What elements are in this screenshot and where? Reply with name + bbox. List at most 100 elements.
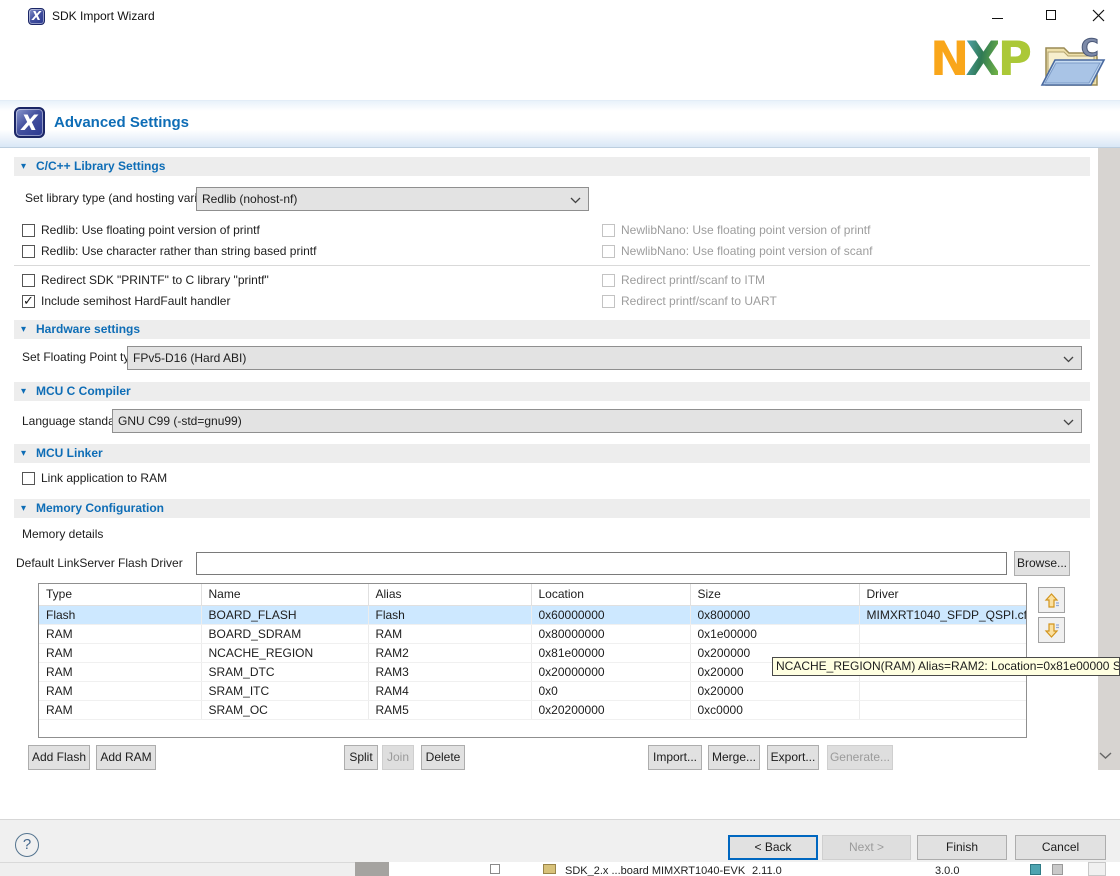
browse-button[interactable]: Browse...	[1014, 551, 1070, 576]
table-header-row: Type Name Alias Location Size Driver	[39, 584, 1026, 605]
column-header-location[interactable]: Location	[531, 584, 690, 605]
chevron-down-icon	[570, 197, 581, 204]
arrow-up-icon	[1043, 592, 1060, 609]
window-title: SDK Import Wizard	[52, 9, 155, 23]
finish-button[interactable]: Finish	[917, 835, 1007, 860]
c-project-folder-icon: C	[1038, 32, 1110, 97]
mcuxpresso-header-icon: X	[14, 107, 45, 138]
background-panel	[0, 862, 355, 876]
cell-name: BOARD_SDRAM	[201, 624, 368, 643]
background-folder-icon	[543, 864, 556, 874]
merge-button[interactable]: Merge...	[708, 745, 760, 770]
next-button: Next >	[822, 835, 911, 860]
add-flash-button[interactable]: Add Flash	[28, 745, 90, 770]
background-version-text: 2.11.0	[752, 865, 782, 876]
table-row[interactable]: RAM BOARD_SDRAM RAM 0x80000000 0x1e00000	[39, 624, 1026, 643]
cell-location: 0x80000000	[531, 624, 690, 643]
delete-button[interactable]: Delete	[421, 745, 465, 770]
close-button[interactable]	[1076, 0, 1120, 30]
checkbox-icon	[602, 224, 615, 237]
background-divider-block	[355, 862, 389, 876]
cell-alias: Flash	[368, 605, 531, 624]
cell-name: SRAM_ITC	[201, 681, 368, 700]
cell-size: 0xc0000	[690, 700, 859, 719]
fpu-combo[interactable]: FPv5-D16 (Hard ABI)	[127, 346, 1082, 370]
cell-name: SRAM_DTC	[201, 662, 368, 681]
checkbox-label: Redirect printf/scanf to UART	[621, 294, 777, 308]
checkbox-label: Link application to RAM	[41, 471, 167, 485]
nxp-letter-n: N	[930, 32, 965, 87]
background-sdk-row-text: SDK_2.x ...board MIMXRT1040-EVK	[565, 865, 745, 876]
language-standard-combo[interactable]: GNU C99 (-std=gnu99)	[112, 409, 1082, 433]
section-mcu-c-compiler[interactable]: MCU C Compiler	[14, 382, 1090, 401]
column-header-name[interactable]: Name	[201, 584, 368, 605]
checkbox-icon	[22, 472, 35, 485]
help-button[interactable]: ?	[15, 833, 39, 857]
cell-size: 0x800000	[690, 605, 859, 624]
cell-size: 0x1e00000	[690, 624, 859, 643]
checkbox-semihost-hardfault[interactable]: Include semihost HardFault handler	[22, 293, 230, 309]
cell-type: RAM	[39, 681, 201, 700]
page-title: Advanced Settings	[54, 114, 189, 131]
cancel-button[interactable]: Cancel	[1015, 835, 1106, 860]
split-button[interactable]: Split	[344, 745, 378, 770]
titlebar: X SDK Import Wizard	[0, 0, 1120, 31]
cell-size: 0x20000	[690, 681, 859, 700]
import-button[interactable]: Import...	[648, 745, 702, 770]
header-icon-letter: X	[21, 111, 37, 135]
checkbox-icon	[602, 295, 615, 308]
export-button[interactable]: Export...	[767, 745, 819, 770]
cell-alias: RAM	[368, 624, 531, 643]
background-scrollbar	[1088, 862, 1106, 876]
checkbox-label: NewlibNano: Use floating point version o…	[621, 223, 870, 237]
back-button[interactable]: < Back	[728, 835, 818, 860]
memory-details-label: Memory details	[22, 527, 103, 541]
move-down-button[interactable]	[1038, 617, 1065, 643]
collapse-chevron-icon[interactable]	[1099, 749, 1112, 763]
library-type-combo[interactable]: Redlib (nohost-nf)	[196, 187, 589, 211]
column-header-type[interactable]: Type	[39, 584, 201, 605]
checkbox-newlibnano-float-printf: NewlibNano: Use floating point version o…	[602, 222, 870, 238]
folder-c-letter: C	[1081, 34, 1099, 62]
checkbox-redlib-float-printf[interactable]: Redlib: Use floating point version of pr…	[22, 222, 260, 238]
section-library-settings[interactable]: C/C++ Library Settings	[14, 157, 1090, 176]
section-hardware-settings[interactable]: Hardware settings	[14, 320, 1090, 339]
column-header-driver[interactable]: Driver	[859, 584, 1026, 605]
table-row[interactable]: RAM SRAM_ITC RAM4 0x0 0x20000	[39, 681, 1026, 700]
cell-name: SRAM_OC	[201, 700, 368, 719]
background-version2-text: 3.0.0	[935, 865, 959, 876]
background-board-icon-2	[1052, 864, 1063, 875]
flash-driver-input[interactable]	[196, 552, 1007, 575]
checkbox-redlib-char-printf[interactable]: Redlib: Use character rather than string…	[22, 243, 316, 259]
cell-type: Flash	[39, 605, 201, 624]
maximize-button[interactable]	[1028, 0, 1073, 30]
checkbox-newlibnano-float-scanf: NewlibNano: Use floating point version o…	[602, 243, 872, 259]
column-header-size[interactable]: Size	[690, 584, 859, 605]
cell-name: BOARD_FLASH	[201, 605, 368, 624]
nxp-logo: NXP	[930, 36, 1028, 83]
cell-location: 0x0	[531, 681, 690, 700]
add-ram-button[interactable]: Add RAM	[96, 745, 156, 770]
fpu-label: Set Floating Point type	[22, 350, 143, 364]
background-checkbox	[490, 864, 500, 874]
mcuxpresso-app-icon: X	[28, 8, 45, 25]
checkbox-icon	[602, 245, 615, 258]
language-standard-value: GNU C99 (-std=gnu99)	[118, 414, 242, 428]
library-type-value: Redlib (nohost-nf)	[202, 192, 297, 206]
table-row[interactable]: Flash BOARD_FLASH Flash 0x60000000 0x800…	[39, 605, 1026, 624]
checkbox-link-to-ram[interactable]: Link application to RAM	[22, 470, 167, 486]
table-row[interactable]: RAM SRAM_OC RAM5 0x20200000 0xc0000	[39, 700, 1026, 719]
section-mcu-linker[interactable]: MCU Linker	[14, 444, 1090, 463]
nxp-letter-x: X	[965, 32, 997, 87]
chevron-down-icon	[1063, 356, 1074, 363]
checkbox-redirect-sdk-printf[interactable]: Redirect SDK "PRINTF" to C library "prin…	[22, 272, 269, 288]
background-window-strip: SDK_2.x ...board MIMXRT1040-EVK 2.11.0 3…	[0, 862, 1120, 876]
cell-driver	[859, 681, 1026, 700]
checkbox-label: Redlib: Use floating point version of pr…	[41, 223, 260, 237]
move-up-button[interactable]	[1038, 587, 1065, 613]
column-header-alias[interactable]: Alias	[368, 584, 531, 605]
minimize-button[interactable]	[975, 0, 1020, 30]
right-margin-strip	[1098, 148, 1120, 770]
section-memory-configuration[interactable]: Memory Configuration	[14, 499, 1090, 518]
maximize-icon	[1046, 10, 1056, 20]
